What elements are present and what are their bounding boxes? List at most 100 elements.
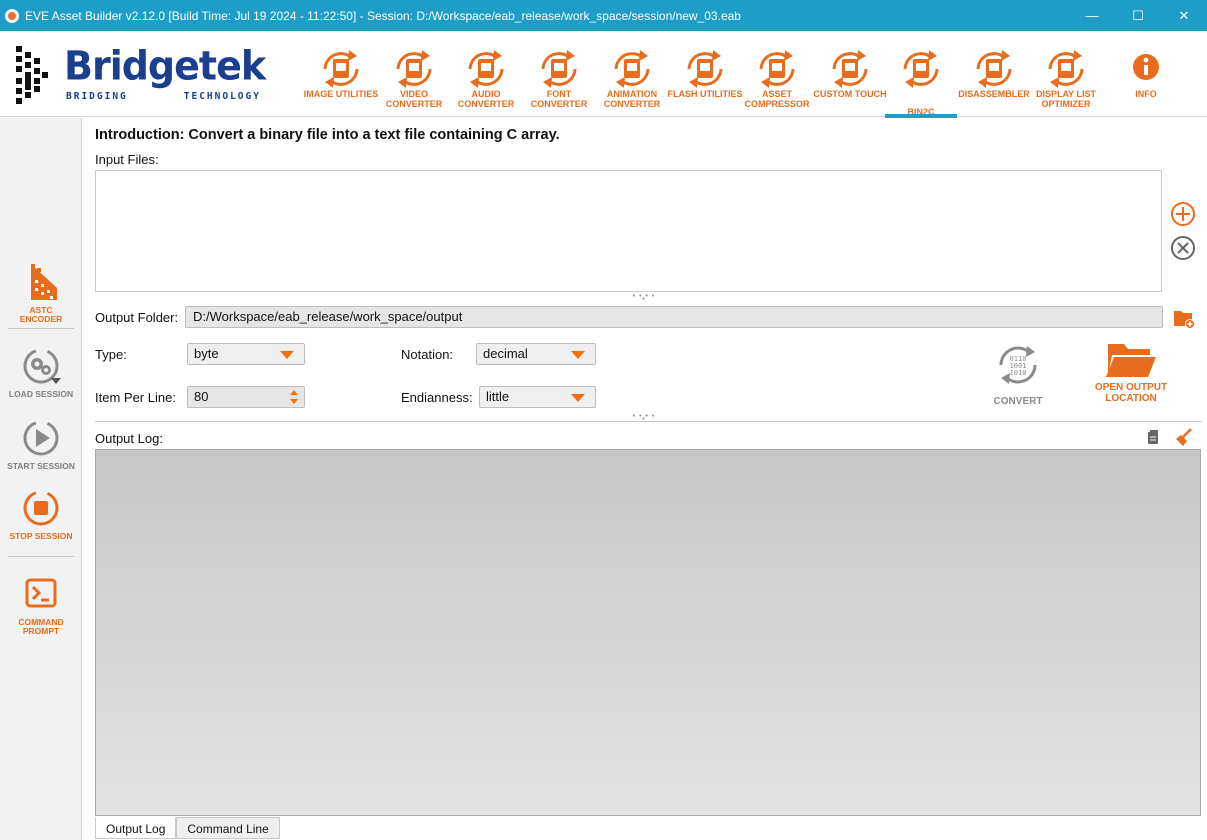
app-icon — [5, 8, 19, 23]
tab-command-line[interactable]: Command Line — [176, 817, 280, 839]
toolbar-label: INFO — [1135, 89, 1157, 99]
info-icon — [1133, 54, 1159, 80]
video-icon — [396, 50, 432, 88]
convert-button[interactable]: 0110 1001 1010 CONVERT — [983, 340, 1053, 407]
bridgetek-logo-mark — [16, 46, 48, 104]
toolbar-label: DISASSEMBLER — [958, 89, 1030, 99]
brand-name: Bridgetek — [64, 42, 266, 90]
item-per-line-value: 80 — [194, 389, 209, 404]
toolbar-disassembler-button[interactable]: DISASSEMBLER — [954, 41, 1034, 117]
toolbar-label: VIDEO CONVERTER — [385, 89, 443, 109]
toolbar-compressor-button[interactable]: ASSET COMPRESSOR — [737, 41, 817, 117]
notation-select[interactable]: decimal — [476, 343, 596, 365]
endianness-select[interactable]: little — [479, 386, 596, 408]
browse-folder-icon[interactable] — [1171, 305, 1197, 331]
item-per-line-label: Item Per Line: — [95, 390, 176, 405]
item-per-line-spinbox[interactable]: 80 — [187, 386, 305, 408]
type-value: byte — [194, 346, 219, 361]
log-tabs: Output Log Command Line — [95, 817, 280, 839]
font-icon — [541, 50, 577, 88]
add-file-icon[interactable] — [1169, 200, 1197, 228]
type-select[interactable]: byte — [187, 343, 305, 365]
close-button[interactable]: ✕ — [1161, 0, 1207, 31]
output-log-label: Output Log: — [95, 431, 163, 446]
intro-text: Introduction: Convert a binary file into… — [95, 127, 560, 143]
output-folder-label: Output Folder: — [95, 310, 179, 325]
maximize-button[interactable]: ☐ — [1115, 0, 1161, 31]
toolbar-bin2c-button[interactable]: BIN2C — [881, 41, 961, 118]
tab-output-log[interactable]: Output Log — [95, 817, 177, 839]
toolbar-image-button[interactable]: IMAGE UTILITIES — [301, 41, 381, 117]
command-prompt-button[interactable]: COMMAND PROMPT — [0, 570, 82, 636]
input-files-label: Input Files: — [95, 152, 159, 167]
toolbar-label: CUSTOM TOUCH — [813, 89, 887, 99]
tagline-right: TECHNOLOGY — [183, 91, 261, 102]
astc-encoder-button[interactable]: ASTC ENCODER — [0, 258, 82, 324]
splitter-handle[interactable]: • • • • • — [631, 293, 657, 303]
input-files-list[interactable] — [95, 170, 1162, 292]
clear-log-icon[interactable] — [1173, 427, 1193, 447]
stop-session-label: STOP SESSION — [9, 531, 73, 541]
toolbar-audio-button[interactable]: AUDIO CONVERTER — [446, 41, 526, 117]
toolbar-label: FLASH UTILITIES — [667, 89, 743, 99]
command-prompt-icon — [25, 578, 57, 608]
touch-icon — [832, 50, 868, 88]
toolbar-label: ANIMATION CONVERTER — [603, 89, 661, 109]
left-sidebar: ASTC ENCODER LOAD SESSION START SESSION … — [0, 118, 82, 840]
output-folder-field[interactable]: D:/Workspace/eab_release/work_space/outp… — [185, 306, 1163, 328]
output-log-area[interactable] — [95, 449, 1201, 816]
image-icon — [323, 50, 359, 88]
bridgetek-logo: Bridgetek BRIDGING TECHNOLOGY — [14, 43, 266, 106]
toolbar-label: DISPLAY LIST OPTIMIZER — [1035, 89, 1097, 109]
chevron-down-icon — [571, 394, 585, 402]
endianness-label: Endianness: — [401, 390, 473, 405]
minimize-button[interactable]: — — [1069, 0, 1115, 31]
command-prompt-label: COMMAND PROMPT — [18, 617, 64, 636]
header-toolbar: Bridgetek BRIDGING TECHNOLOGY IMAGE UTILI… — [0, 31, 1207, 118]
toolbar-animation-button[interactable]: ANIMATION CONVERTER — [592, 41, 672, 117]
svg-text:1010: 1010 — [1010, 369, 1027, 377]
window-title: EVE Asset Builder v2.12.0 [Build Time: J… — [25, 8, 741, 23]
load-session-icon — [23, 348, 61, 384]
toolbar-flash-button[interactable]: FLASH UTILITIES — [665, 41, 745, 117]
splitter-handle[interactable]: • • • • • — [631, 413, 657, 423]
optimizer-icon — [1048, 50, 1084, 88]
animation-icon — [614, 50, 650, 88]
load-session-button[interactable]: LOAD SESSION — [0, 342, 82, 399]
audio-icon — [468, 50, 504, 88]
spin-arrows-icon[interactable] — [289, 389, 299, 405]
toolbar-optimizer-button[interactable]: DISPLAY LIST OPTIMIZER — [1026, 41, 1106, 117]
convert-icon: 0110 1001 1010 — [999, 346, 1037, 384]
tagline-left: BRIDGING — [66, 91, 128, 102]
copy-icon[interactable] — [1146, 429, 1160, 445]
compressor-icon — [759, 50, 795, 88]
toolbar-label: FONT CONVERTER — [530, 89, 588, 109]
open-output-location-button[interactable]: OPEN OUTPUT LOCATION — [1089, 342, 1173, 404]
flash-icon — [687, 50, 723, 88]
start-session-icon — [23, 420, 59, 456]
toolbar-label: AUDIO CONVERTER — [457, 89, 515, 109]
convert-label: CONVERT — [993, 396, 1043, 407]
toolbar-info-button[interactable]: INFO — [1106, 41, 1186, 117]
stop-session-icon — [23, 490, 59, 526]
toolbar-video-button[interactable]: VIDEO CONVERTER — [374, 41, 454, 117]
bin2c-panel: Introduction: Convert a binary file into… — [83, 118, 1207, 840]
start-session-button[interactable]: START SESSION — [0, 414, 82, 471]
astc-label: ASTC ENCODER — [19, 305, 63, 324]
notation-label: Notation: — [401, 347, 454, 362]
start-session-label: START SESSION — [7, 461, 75, 471]
notation-value: decimal — [483, 346, 528, 361]
stop-session-button[interactable]: STOP SESSION — [0, 484, 82, 541]
type-label: Type: — [95, 347, 127, 362]
remove-file-icon[interactable] — [1169, 234, 1197, 262]
toolbar-label: IMAGE UTILITIES — [303, 89, 379, 99]
open-folder-icon — [1106, 344, 1156, 377]
output-log-header: Output Log: — [95, 421, 1202, 449]
toolbar-font-button[interactable]: FONT CONVERTER — [519, 41, 599, 117]
open-output-label: OPEN OUTPUT LOCATION — [1094, 382, 1168, 404]
endianness-value: little — [486, 389, 510, 404]
bin2c-icon — [903, 50, 939, 88]
toolbar-label: ASSET COMPRESSOR — [744, 89, 810, 109]
astc-icon — [31, 264, 57, 300]
toolbar-touch-button[interactable]: CUSTOM TOUCH — [810, 41, 890, 117]
